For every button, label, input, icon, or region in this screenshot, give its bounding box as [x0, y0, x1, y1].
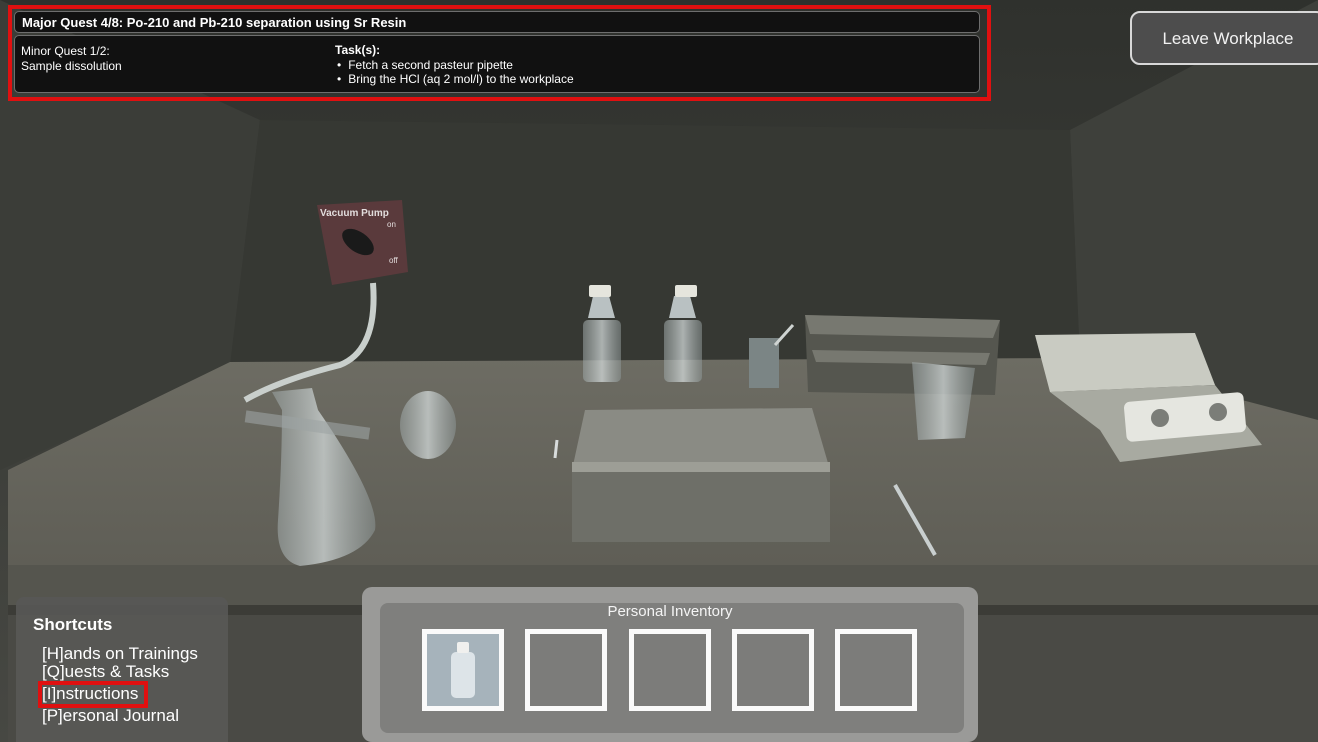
- tube-rack-front: [572, 408, 830, 542]
- task-item: Fetch a second pasteur pipette: [337, 58, 574, 72]
- shortcut-quests-tasks[interactable]: [Q]uests & Tasks: [42, 663, 169, 681]
- minor-quest-panel: Minor Quest 1/2: Sample dissolution Task…: [14, 35, 980, 93]
- major-quest-title: Major Quest 4/8: Po-210 and Pb-210 separ…: [14, 11, 980, 33]
- pipette-bulb: [553, 439, 559, 459]
- task-list: Fetch a second pasteur pipette Bring the…: [337, 58, 574, 86]
- shortcut-hands-on-trainings[interactable]: [H]ands on Trainings: [42, 645, 198, 663]
- inventory-slot-5[interactable]: [835, 629, 917, 711]
- inventory-slot-2[interactable]: [525, 629, 607, 711]
- shortcuts-title: Shortcuts: [33, 615, 113, 634]
- inventory-slot-4[interactable]: [732, 629, 814, 711]
- minor-quest-name: Sample dissolution: [21, 59, 122, 73]
- instructions-highlight-outline: [38, 681, 148, 708]
- task-item: Bring the HCl (aq 2 mol/l) to the workpl…: [337, 72, 573, 86]
- inventory-slot-1[interactable]: [422, 629, 504, 711]
- leave-workplace-button[interactable]: Leave Workplace: [1130, 11, 1318, 65]
- shortcuts-panel: Shortcuts [H]ands on Trainings [Q]uests …: [16, 597, 228, 742]
- tasks-heading: Task(s):: [335, 43, 381, 57]
- beaker-right: [912, 362, 975, 440]
- shortcut-personal-journal[interactable]: [P]ersonal Journal: [42, 707, 179, 725]
- tipped-beaker: [400, 391, 456, 459]
- pump-on-label: on: [387, 220, 396, 229]
- inventory-slot-3[interactable]: [629, 629, 711, 711]
- minor-quest-title: Minor Quest 1/2:: [21, 44, 110, 58]
- pump-label: Vacuum Pump: [320, 208, 389, 219]
- pump-off-label: off: [389, 256, 399, 265]
